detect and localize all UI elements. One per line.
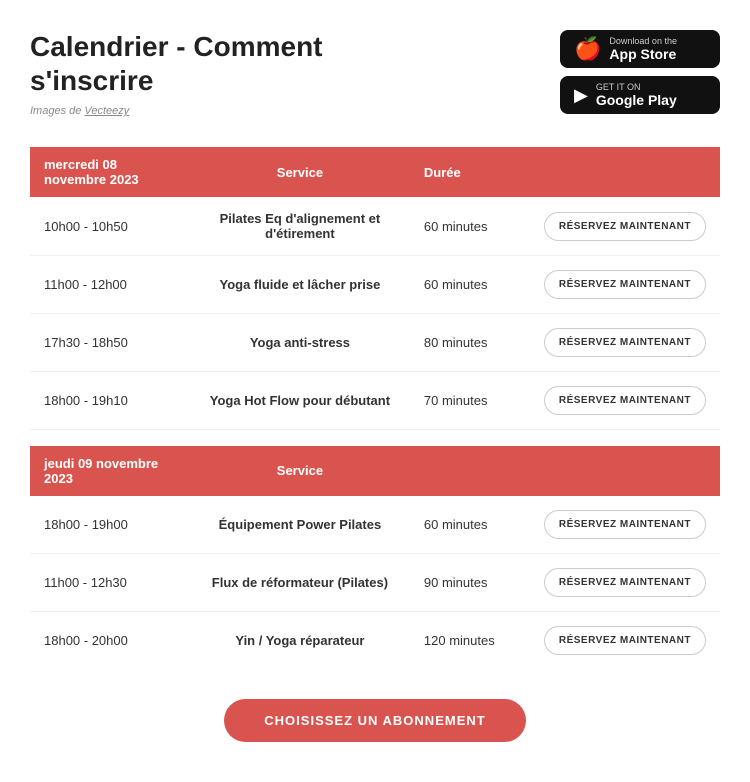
table-row: 17h30 - 18h50 Yoga anti-stress 80 minute… bbox=[30, 314, 720, 372]
section-service-header: Service bbox=[190, 147, 410, 197]
duration-cell: 60 minutes bbox=[410, 256, 530, 314]
section-date: jeudi 09 novembre 2023 bbox=[30, 446, 190, 496]
duration-cell: 90 minutes bbox=[410, 553, 530, 611]
table-row: 11h00 - 12h30 Flux de réformateur (Pilat… bbox=[30, 553, 720, 611]
page-title: Calendrier - Comment s'inscrire bbox=[30, 30, 323, 97]
reserve-button[interactable]: RÉSERVEZ MAINTENANT bbox=[544, 568, 706, 597]
duration-cell: 60 minutes bbox=[410, 197, 530, 256]
table-row: 18h00 - 20h00 Yin / Yoga réparateur 120 … bbox=[30, 611, 720, 669]
table-row: 18h00 - 19h10 Yoga Hot Flow pour débutan… bbox=[30, 372, 720, 430]
subtitle-link[interactable]: Vecteezy bbox=[84, 105, 129, 117]
apple-badge-small: Download on the bbox=[609, 36, 677, 46]
service-cell: Yin / Yoga réparateur bbox=[190, 611, 410, 669]
apple-badge-big: App Store bbox=[609, 46, 677, 62]
action-cell: RÉSERVEZ MAINTENANT bbox=[530, 553, 720, 611]
reserve-button[interactable]: RÉSERVEZ MAINTENANT bbox=[544, 328, 706, 357]
section-duree-header bbox=[410, 446, 530, 496]
bottom-btn-container: CHOISISSEZ UN ABONNEMENT bbox=[30, 699, 720, 742]
action-cell: RÉSERVEZ MAINTENANT bbox=[530, 611, 720, 669]
apple-icon: 🍎 bbox=[574, 38, 601, 60]
subscribe-button[interactable]: CHOISISSEZ UN ABONNEMENT bbox=[224, 699, 525, 742]
service-cell: Flux de réformateur (Pilates) bbox=[190, 553, 410, 611]
subtitle: Images de Vecteezy bbox=[30, 105, 323, 117]
google-badge-big: Google Play bbox=[596, 92, 677, 108]
time-cell: 17h30 - 18h50 bbox=[30, 314, 190, 372]
google-play-icon: ▶ bbox=[574, 86, 588, 104]
service-cell: Équipement Power Pilates bbox=[190, 496, 410, 554]
table-row: 11h00 - 12h00 Yoga fluide et lâcher pris… bbox=[30, 256, 720, 314]
duration-cell: 70 minutes bbox=[410, 372, 530, 430]
action-cell: RÉSERVEZ MAINTENANT bbox=[530, 314, 720, 372]
header-section: Calendrier - Comment s'inscrire Images d… bbox=[30, 30, 720, 117]
table-row: 18h00 - 19h00 Équipement Power Pilates 6… bbox=[30, 496, 720, 554]
section-date: mercredi 08 novembre 2023 bbox=[30, 147, 190, 197]
table-row: 10h00 - 10h50 Pilates Eq d'alignement et… bbox=[30, 197, 720, 256]
time-cell: 11h00 - 12h00 bbox=[30, 256, 190, 314]
section-header-0: mercredi 08 novembre 2023 Service Durée bbox=[30, 147, 720, 197]
app-badges: 🍎 Download on the App Store ▶ GET IT ON … bbox=[560, 30, 720, 114]
title-block: Calendrier - Comment s'inscrire Images d… bbox=[30, 30, 323, 117]
apple-store-badge[interactable]: 🍎 Download on the App Store bbox=[560, 30, 720, 68]
time-cell: 18h00 - 19h00 bbox=[30, 496, 190, 554]
service-cell: Yoga anti-stress bbox=[190, 314, 410, 372]
action-cell: RÉSERVEZ MAINTENANT bbox=[530, 496, 720, 554]
time-cell: 18h00 - 20h00 bbox=[30, 611, 190, 669]
reserve-button[interactable]: RÉSERVEZ MAINTENANT bbox=[544, 626, 706, 655]
google-play-badge[interactable]: ▶ GET IT ON Google Play bbox=[560, 76, 720, 114]
time-cell: 10h00 - 10h50 bbox=[30, 197, 190, 256]
action-cell: RÉSERVEZ MAINTENANT bbox=[530, 372, 720, 430]
time-cell: 18h00 - 19h10 bbox=[30, 372, 190, 430]
service-cell: Yoga Hot Flow pour débutant bbox=[190, 372, 410, 430]
section-duree-header: Durée bbox=[410, 147, 530, 197]
reserve-button[interactable]: RÉSERVEZ MAINTENANT bbox=[544, 212, 706, 241]
section-service-header: Service bbox=[190, 446, 410, 496]
reserve-button[interactable]: RÉSERVEZ MAINTENANT bbox=[544, 270, 706, 299]
time-cell: 11h00 - 12h30 bbox=[30, 553, 190, 611]
service-cell: Pilates Eq d'alignement et d'étirement bbox=[190, 197, 410, 256]
action-cell: RÉSERVEZ MAINTENANT bbox=[530, 197, 720, 256]
service-cell: Yoga fluide et lâcher prise bbox=[190, 256, 410, 314]
calendar-table: mercredi 08 novembre 2023 Service Durée … bbox=[30, 147, 720, 669]
section-header-1: jeudi 09 novembre 2023 Service bbox=[30, 446, 720, 496]
reserve-button[interactable]: RÉSERVEZ MAINTENANT bbox=[544, 510, 706, 539]
google-badge-small: GET IT ON bbox=[596, 82, 677, 92]
duration-cell: 120 minutes bbox=[410, 611, 530, 669]
action-cell: RÉSERVEZ MAINTENANT bbox=[530, 256, 720, 314]
duration-cell: 60 minutes bbox=[410, 496, 530, 554]
duration-cell: 80 minutes bbox=[410, 314, 530, 372]
reserve-button[interactable]: RÉSERVEZ MAINTENANT bbox=[544, 386, 706, 415]
